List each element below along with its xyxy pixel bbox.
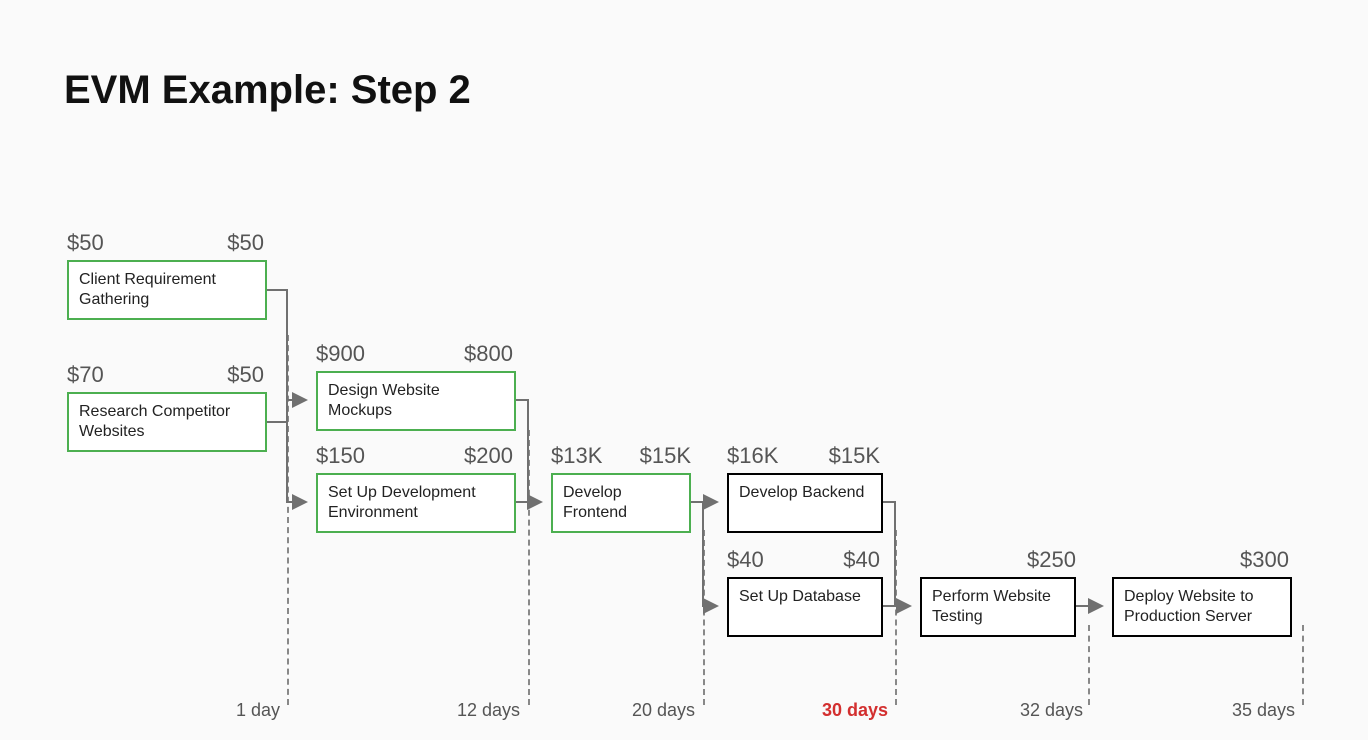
task-box-perform-testing: Perform Website Testing xyxy=(920,577,1076,637)
task-box-setup-dev-env: Set Up Development Environment xyxy=(316,473,516,533)
cost-value: $900 xyxy=(316,341,365,367)
cost-value: $200 xyxy=(464,443,513,469)
task-box-setup-database: Set Up Database xyxy=(727,577,883,637)
cost-value: $50 xyxy=(227,230,264,256)
cost-value: $300 xyxy=(1112,547,1289,573)
slide: EVM Example: Step 2 1 day 12 days 20 day… xyxy=(0,0,1368,740)
cost-value: $40 xyxy=(843,547,880,573)
task-box-develop-backend: Develop Backend xyxy=(727,473,883,533)
timeline-marker xyxy=(703,530,705,705)
task-box-client-requirement: Client Requirement Gathering xyxy=(67,260,267,320)
cost-value: $16K xyxy=(727,443,778,469)
cost-value: $15K xyxy=(829,443,880,469)
timeline-marker xyxy=(1302,625,1304,705)
cost-value: $50 xyxy=(227,362,264,388)
cost-value: $800 xyxy=(464,341,513,367)
task-box-deploy-prod: Deploy Website to Production Server xyxy=(1112,577,1292,637)
task-label: Design Website Mockups xyxy=(328,382,440,419)
timeline-label: 1 day xyxy=(200,700,280,721)
task-label: Set Up Development Environment xyxy=(328,484,476,521)
timeline-label: 35 days xyxy=(1210,700,1295,721)
task-label: Client Requirement Gathering xyxy=(79,271,216,308)
cost-value: $40 xyxy=(727,547,764,573)
task-label: Perform Website Testing xyxy=(932,588,1051,625)
timeline-marker xyxy=(528,430,530,705)
task-label: Develop Backend xyxy=(739,484,864,501)
task-label: Develop Frontend xyxy=(563,484,627,521)
cost-value: $70 xyxy=(67,362,104,388)
timeline-label: 12 days xyxy=(435,700,520,721)
task-box-design-mockups: Design Website Mockups xyxy=(316,371,516,431)
task-box-develop-frontend: Develop Frontend xyxy=(551,473,691,533)
task-label: Set Up Database xyxy=(739,588,861,605)
page-title: EVM Example: Step 2 xyxy=(64,68,471,113)
cost-value: $50 xyxy=(67,230,104,256)
timeline-marker xyxy=(1088,625,1090,705)
timeline-label-highlight: 30 days xyxy=(800,700,888,721)
timeline-label: 32 days xyxy=(998,700,1083,721)
timeline-marker xyxy=(895,530,897,705)
timeline-marker xyxy=(287,335,289,705)
task-box-research-competitor: Research Competitor Websites xyxy=(67,392,267,452)
cost-value: $150 xyxy=(316,443,365,469)
cost-value: $250 xyxy=(920,547,1076,573)
timeline-label: 20 days xyxy=(610,700,695,721)
task-label: Research Competitor Websites xyxy=(79,403,230,440)
cost-value: $13K xyxy=(551,443,602,469)
task-label: Deploy Website to Production Server xyxy=(1124,588,1254,625)
cost-value: $15K xyxy=(640,443,691,469)
